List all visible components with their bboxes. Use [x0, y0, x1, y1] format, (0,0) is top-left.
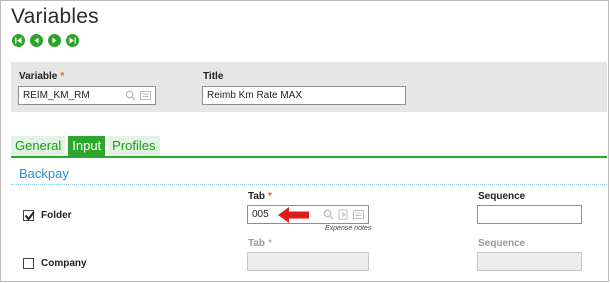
- last-icon[interactable]: [66, 34, 79, 47]
- company-label: Company: [41, 258, 87, 269]
- folder-tab-label: Tab *: [248, 191, 272, 202]
- title-value: Reimb Km Rate MAX: [207, 90, 303, 101]
- section-title: Backpay: [19, 166, 69, 181]
- variable-value: REIM_KM_RM: [23, 90, 90, 101]
- required-icon: *: [60, 71, 65, 82]
- page-title: Variables: [11, 5, 99, 28]
- tab-general[interactable]: General: [11, 136, 66, 156]
- search-icon[interactable]: [125, 90, 136, 101]
- record-navigation: [12, 34, 79, 47]
- company-sequence-label: Sequence: [478, 238, 526, 249]
- company-tab-input: [247, 252, 369, 271]
- tab-profiles[interactable]: Profiles: [108, 136, 160, 156]
- red-arrow-icon: [278, 207, 309, 223]
- section-divider: [11, 184, 607, 185]
- company-checkbox[interactable]: [23, 258, 34, 269]
- company-sequence-input: [477, 252, 582, 271]
- detail-icon[interactable]: [140, 90, 151, 101]
- tab-bar: General Input Profiles: [11, 136, 160, 156]
- previous-icon[interactable]: [30, 34, 43, 47]
- required-icon: *: [268, 191, 272, 202]
- next-icon[interactable]: [48, 34, 61, 47]
- folder-tab-hint: Expense notes: [325, 225, 372, 232]
- tab-underline: [11, 156, 607, 158]
- folder-tab-value: 005: [252, 209, 269, 220]
- folder-sequence-input[interactable]: [477, 205, 582, 224]
- variable-label: Variable *: [19, 71, 65, 82]
- title-input[interactable]: Reimb Km Rate MAX: [202, 86, 406, 105]
- navigate-icon[interactable]: [338, 209, 349, 220]
- first-icon[interactable]: [12, 34, 25, 47]
- folder-label: Folder: [41, 210, 72, 221]
- checkmark-icon: [24, 211, 35, 221]
- detail-icon[interactable]: [353, 209, 364, 220]
- window-frame: Variables Variable * REIM_KM_RM Title Rei…: [0, 0, 609, 282]
- folder-sequence-label: Sequence: [478, 191, 526, 202]
- title-label: Title: [203, 71, 224, 82]
- company-tab-label: Tab *: [248, 238, 272, 249]
- variable-input[interactable]: REIM_KM_RM: [18, 86, 156, 105]
- search-icon[interactable]: [323, 209, 334, 220]
- tab-input[interactable]: Input: [68, 136, 106, 156]
- required-icon: *: [268, 238, 272, 249]
- folder-checkbox[interactable]: [23, 210, 35, 221]
